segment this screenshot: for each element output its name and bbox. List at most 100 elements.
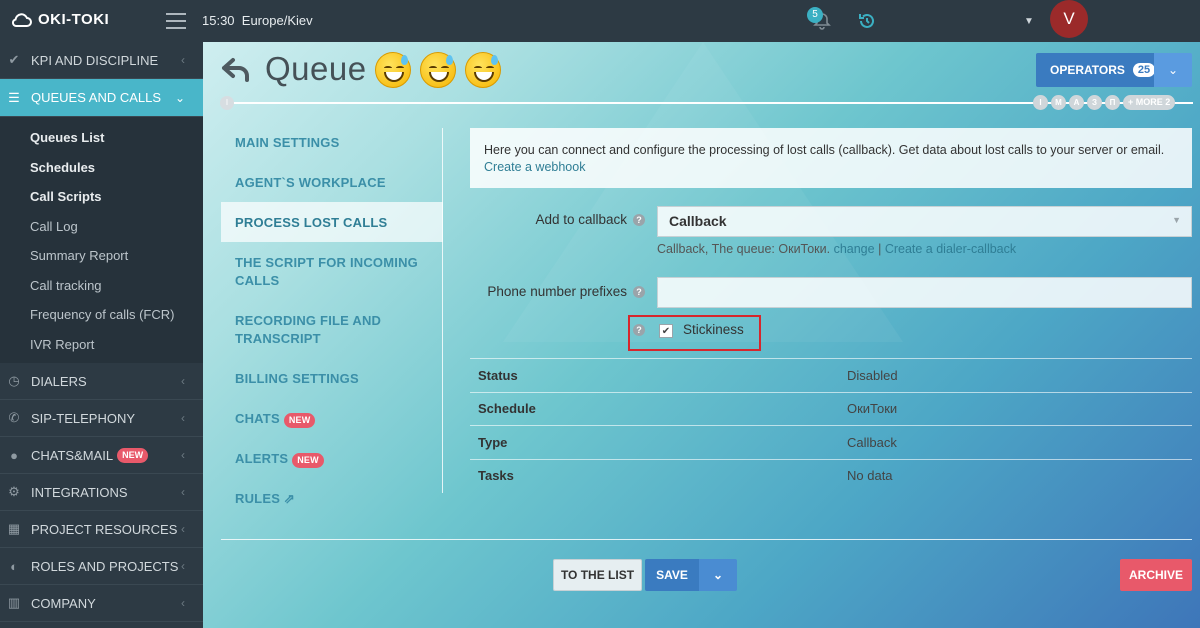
help-icon[interactable]: ?: [633, 214, 645, 227]
timeline-dot[interactable]: A: [1069, 95, 1084, 110]
grid-icon: ▦: [7, 521, 21, 536]
sidebar-item-dialers[interactable]: ◷ DIALERS ‹: [0, 363, 203, 400]
callback-hint: Callback, The queue: ОкиТоки. change | C…: [657, 242, 1016, 256]
chevron-left-icon: ‹: [181, 559, 185, 573]
chevron-left-icon: ‹: [181, 448, 185, 462]
add-to-callback-text: Add to callback: [535, 212, 627, 227]
timeline-more-button[interactable]: + MORE 2: [1123, 95, 1176, 110]
settings-tabs: MAIN SETTINGS AGENT`S WORKPLACE PROCESS …: [221, 122, 443, 518]
hint-separator: |: [878, 242, 882, 256]
timeline-start-dot[interactable]: I: [220, 96, 234, 110]
sidebar-item-label: INTEGRATIONS: [31, 484, 128, 500]
toggle-icon: ◐: [10, 558, 18, 574]
info-box: Here you can connect and configure the p…: [470, 128, 1192, 188]
sidebar-item-chats-mail[interactable]: ● CHATS&MAIL NEW ‹: [0, 437, 203, 474]
sidebar-item-label: PROJECT RESOURCES: [31, 521, 178, 537]
sidebar: ✔ KPI AND DISCIPLINE ‹ ☰ QUEUES AND CALL…: [0, 42, 203, 628]
tab-label: CHATS: [235, 411, 280, 426]
tab-rules[interactable]: RULES ⇗: [221, 478, 443, 518]
phone-prefixes-input[interactable]: [657, 277, 1192, 308]
table-value: Disabled: [847, 367, 898, 383]
sidebar-item-company[interactable]: ▥ COMPANY ‹: [0, 585, 203, 622]
stickiness-label: Stickiness: [683, 322, 744, 337]
cloud-logo-icon: [11, 12, 32, 27]
create-webhook-link[interactable]: Create a webhook: [484, 160, 585, 174]
avatar[interactable]: V: [1050, 0, 1088, 38]
sidebar-item-roles-projects[interactable]: ◐ ROLES AND PROJECTS ‹: [0, 548, 203, 585]
sidebar-subitem-queues-list[interactable]: Queues List: [0, 123, 203, 153]
chevron-left-icon: ‹: [181, 522, 185, 536]
emoji-group: [375, 52, 501, 88]
sidebar-item-label: CHATS&MAIL: [31, 447, 114, 463]
sidebar-subitem-schedules[interactable]: Schedules: [0, 153, 203, 183]
tab-label: RULES: [235, 491, 281, 506]
add-to-callback-label: Add to callback?: [463, 212, 645, 227]
sidebar-subitem-ivr-report[interactable]: IVR Report: [0, 330, 203, 360]
sidebar-item-project-resources[interactable]: ▦ PROJECT RESOURCES ‹: [0, 511, 203, 548]
logo-text: OKI-TOKI: [38, 11, 110, 28]
help-icon[interactable]: ?: [633, 286, 645, 299]
timeline-dot[interactable]: З: [1087, 95, 1102, 110]
help-icon[interactable]: ?: [633, 324, 645, 336]
table-row: Tasks No data: [470, 458, 1192, 493]
table-row: Status Disabled: [470, 358, 1192, 392]
operators-button[interactable]: OPERATORS 25: [1036, 53, 1156, 87]
table-key: Type: [478, 434, 508, 450]
save-dropdown-button[interactable]: ⌄: [699, 559, 737, 591]
sidebar-subitem-call-scripts[interactable]: Call Scripts: [0, 182, 203, 212]
check-icon: ✔: [8, 52, 20, 67]
timeline-dot[interactable]: П: [1105, 95, 1120, 110]
tab-script-incoming-calls[interactable]: THE SCRIPT FOR INCOMING CALLS: [221, 242, 443, 300]
sidebar-item-queues[interactable]: ☰ QUEUES AND CALLS ⌄: [0, 79, 203, 117]
chat-icon: ●: [10, 447, 18, 463]
tab-label: ALERTS: [235, 451, 289, 466]
table-row: Schedule ОкиТоки: [470, 391, 1192, 426]
tab-process-lost-calls[interactable]: PROCESS LOST CALLS: [221, 202, 443, 242]
operators-label: OPERATORS: [1050, 63, 1125, 77]
sidebar-item-sip-telephony[interactable]: ✆ SIP-TELEPHONY ‹: [0, 400, 203, 437]
tab-recording-transcript[interactable]: RECORDING FILE AND TRANSCRIPT: [221, 300, 443, 358]
table-value: No data: [847, 468, 893, 484]
sidebar-item-label: ROLES AND PROJECTS: [31, 558, 179, 574]
timeline-dot[interactable]: M: [1051, 95, 1066, 110]
chevron-left-icon: ‹: [181, 485, 185, 499]
phone-prefixes-text: Phone number prefixes: [487, 284, 627, 299]
chevron-left-icon: ‹: [181, 53, 185, 67]
tab-chats[interactable]: CHATS NEW: [221, 398, 443, 438]
chevron-down-icon[interactable]: ▼: [1024, 16, 1034, 27]
callback-select[interactable]: Callback ▼: [657, 206, 1192, 237]
tab-main-settings[interactable]: MAIN SETTINGS: [221, 122, 443, 162]
sidebar-subitem-summary-report[interactable]: Summary Report: [0, 241, 203, 271]
sidebar-item-kpi[interactable]: ✔ KPI AND DISCIPLINE ‹: [0, 42, 203, 79]
list-icon: ☰: [8, 89, 20, 105]
sidebar-item-integrations[interactable]: ⚙ INTEGRATIONS ‹: [0, 474, 203, 511]
stickiness-checkbox[interactable]: ✔: [659, 324, 673, 338]
sidebar-subitem-call-log[interactable]: Call Log: [0, 212, 203, 242]
create-dialer-callback-link[interactable]: Create a dialer-callback: [885, 242, 1016, 256]
tab-billing-settings[interactable]: BILLING SETTINGS: [221, 358, 443, 398]
sweat-smile-emoji-icon: [420, 52, 456, 88]
table-value: ОкиТоки: [847, 401, 898, 417]
table-key: Status: [478, 367, 518, 383]
sidebar-subitem-call-tracking[interactable]: Call tracking: [0, 271, 203, 301]
history-icon[interactable]: [857, 11, 877, 31]
sidebar-subitem-fcr[interactable]: Frequency of calls (FCR): [0, 300, 203, 330]
tab-alerts[interactable]: ALERTS NEW: [221, 438, 443, 478]
save-button[interactable]: SAVE: [645, 559, 699, 591]
change-link[interactable]: change: [834, 242, 875, 256]
timeline-dot[interactable]: I: [1033, 95, 1048, 110]
operators-dropdown-button[interactable]: ⌄: [1154, 53, 1192, 87]
tab-agents-workplace[interactable]: AGENT`S WORKPLACE: [221, 162, 443, 202]
back-arrow-icon[interactable]: [221, 56, 251, 82]
new-badge: NEW: [292, 453, 324, 468]
new-badge: NEW: [283, 413, 316, 428]
sidebar-item-label: KPI AND DISCIPLINE: [31, 52, 159, 68]
chevron-down-icon: ⌄: [1167, 63, 1179, 77]
table-key: Schedule: [478, 401, 536, 417]
sidebar-item-label: COMPANY: [31, 595, 96, 611]
menu-toggle-icon[interactable]: [166, 13, 186, 29]
notification-badge: 5: [807, 7, 823, 23]
to-the-list-button[interactable]: TO THE LIST: [553, 559, 642, 591]
archive-button[interactable]: ARCHIVE: [1120, 559, 1192, 591]
logo[interactable]: OKI-TOKI: [10, 11, 109, 28]
